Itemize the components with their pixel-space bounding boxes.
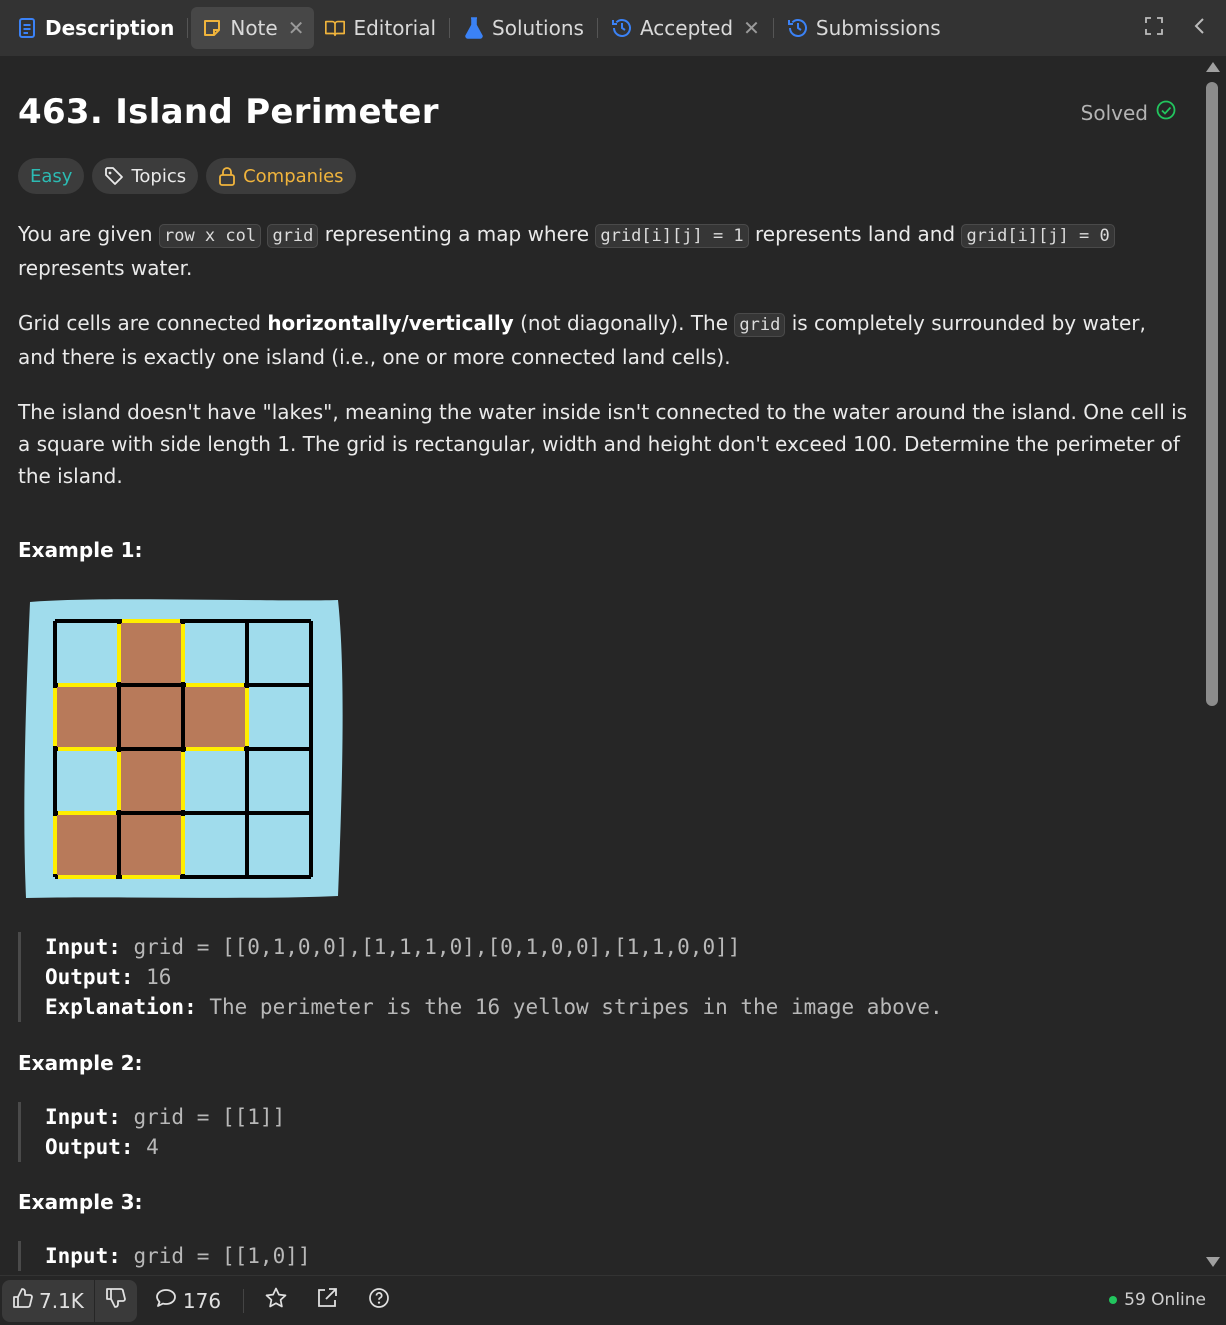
- water-cell: [183, 749, 247, 813]
- companies-label: Companies: [243, 165, 344, 187]
- land-cell: [183, 685, 247, 749]
- description-paragraph: The island doesn't have "lakes", meaning…: [18, 400, 1188, 488]
- tag-row: Easy Topics Companies: [18, 158, 356, 194]
- water-cell: [183, 813, 247, 877]
- fullscreen-icon[interactable]: [1142, 14, 1166, 38]
- tab-editorial-label: Editorial: [353, 16, 437, 40]
- thumbs-up-icon: [12, 1287, 34, 1314]
- example-3-block: Input: grid = [[1,0]]: [18, 1241, 311, 1271]
- example-title: Example 2:: [18, 1051, 143, 1075]
- tab-separator: [596, 18, 598, 38]
- solved-label: Solved: [1080, 100, 1148, 125]
- description-paragraph: Grid cells are connected horizontally/ve…: [18, 311, 1146, 369]
- comments-button[interactable]: 176: [155, 1287, 221, 1314]
- comment-icon: [155, 1287, 177, 1314]
- online-dot: [1109, 1296, 1118, 1304]
- tab-submissions[interactable]: Submissions: [777, 7, 951, 49]
- history-icon: [787, 17, 809, 39]
- land-cell: [119, 749, 183, 813]
- solved-status: Solved: [1081, 100, 1176, 125]
- lock-icon: [218, 166, 236, 186]
- tab-accepted[interactable]: Accepted ✕: [601, 7, 770, 49]
- topics-button[interactable]: Topics: [92, 158, 199, 194]
- book-icon: [324, 17, 346, 39]
- like-button[interactable]: 7.1K: [2, 1287, 94, 1314]
- water-cell: [247, 621, 311, 685]
- land-cell: [119, 621, 183, 685]
- comment-count: 176: [182, 1288, 222, 1313]
- scroll-down-arrow[interactable]: [1206, 1257, 1220, 1267]
- description-paragraph: You are given row x col grid representin…: [18, 218, 1188, 284]
- tab-accepted-label: Accepted: [639, 16, 734, 40]
- water-cell: [55, 749, 119, 813]
- check-circle-icon: [1156, 100, 1176, 125]
- tab-editorial[interactable]: Editorial: [314, 7, 446, 49]
- scroll-up-arrow[interactable]: [1206, 62, 1220, 72]
- bottom-bar: 7.1K 176 59 Online: [0, 1275, 1226, 1325]
- page-title[interactable]: 463. Island Perimeter: [18, 92, 439, 132]
- example-2-block: Input: grid = [[1]] Output: 4: [18, 1102, 285, 1162]
- tab-description-label: Description: [45, 16, 175, 40]
- description-icon: [16, 17, 38, 39]
- chevron-left-icon[interactable]: [1188, 14, 1212, 38]
- land-cell: [55, 685, 119, 749]
- tab-separator: [449, 18, 451, 38]
- inline-code: grid[i][j] = 1: [595, 224, 749, 248]
- close-icon[interactable]: ✕: [288, 16, 305, 40]
- difficulty-badge: Easy: [18, 158, 85, 194]
- tab-note-label: Note: [230, 16, 278, 40]
- tag-icon: [104, 166, 124, 186]
- land-cell: [119, 685, 183, 749]
- thumbs-down-icon: [105, 1287, 127, 1314]
- vote-box: 7.1K: [2, 1279, 137, 1322]
- problem-description: You are given row x col grid representin…: [18, 218, 1188, 515]
- tab-note[interactable]: Note ✕: [191, 7, 315, 49]
- tab-separator: [772, 18, 774, 38]
- help-button[interactable]: [368, 1287, 390, 1314]
- topics-label: Topics: [131, 165, 187, 187]
- tab-solutions[interactable]: Solutions: [453, 7, 594, 49]
- flask-icon: [463, 17, 485, 39]
- history-icon: [611, 17, 633, 39]
- inline-code: grid[i][j] = 0: [961, 224, 1115, 248]
- companies-button[interactable]: Companies: [206, 158, 356, 194]
- island-grid-image: [22, 596, 347, 906]
- star-icon: [264, 1286, 288, 1315]
- scrollbar-thumb[interactable]: [1206, 82, 1218, 706]
- inline-code: grid: [267, 224, 319, 248]
- tab-bar: Description Note ✕ Editorial Solutions A…: [0, 0, 1226, 56]
- land-cell: [55, 813, 119, 877]
- close-icon[interactable]: ✕: [743, 16, 760, 40]
- land-cell: [119, 813, 183, 877]
- example-title: Example 1:: [18, 538, 143, 562]
- note-icon: [201, 17, 223, 39]
- inline-code: grid: [734, 313, 786, 337]
- water-cell: [55, 621, 119, 685]
- water-cell: [183, 621, 247, 685]
- inline-code: row x col: [158, 224, 262, 248]
- water-cell: [247, 813, 311, 877]
- external-link-icon: [316, 1287, 338, 1314]
- share-button[interactable]: [316, 1287, 338, 1314]
- online-status: 59 Online: [1109, 1290, 1206, 1310]
- favorite-button[interactable]: [264, 1286, 288, 1315]
- tab-submissions-label: Submissions: [815, 16, 941, 40]
- online-count: 59 Online: [1124, 1290, 1206, 1310]
- like-count: 7.1K: [39, 1288, 84, 1313]
- tab-solutions-label: Solutions: [492, 16, 584, 40]
- water-cell: [247, 685, 311, 749]
- tab-description[interactable]: Description: [6, 7, 184, 49]
- bottom-separator: [243, 1288, 245, 1313]
- water-cell: [247, 749, 311, 813]
- example-1-block: Input: grid = [[0,1,0,0],[1,1,1,0],[0,1,…: [18, 932, 943, 1022]
- help-icon: [368, 1287, 390, 1314]
- dislike-button[interactable]: [95, 1287, 137, 1314]
- example-title: Example 3:: [18, 1190, 143, 1214]
- tab-separator: [187, 18, 189, 38]
